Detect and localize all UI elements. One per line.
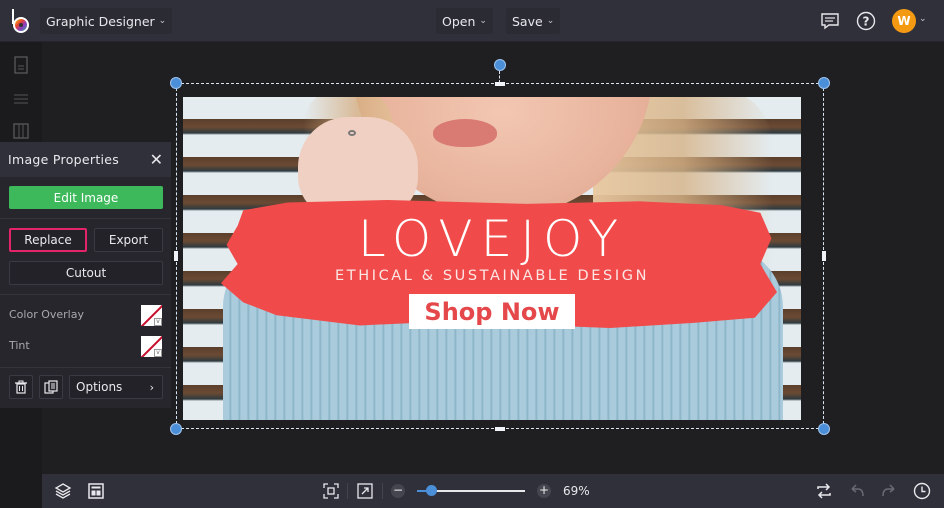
- chevron-down-icon: ⌄: [546, 16, 555, 26]
- save-label: Save: [512, 13, 543, 29]
- zoom-level: 69%: [563, 484, 590, 498]
- resize-handle-right[interactable]: [822, 251, 826, 261]
- close-icon[interactable]: ✕: [150, 150, 163, 169]
- zoom-out-button[interactable]: −: [391, 484, 405, 498]
- replace-button[interactable]: Replace: [9, 228, 87, 252]
- divider: [0, 294, 171, 295]
- zoom-in-button[interactable]: +: [537, 484, 551, 498]
- resize-handle-top[interactable]: [495, 82, 505, 86]
- project-type-label: Graphic Designer: [46, 13, 155, 29]
- swap-icon[interactable]: [815, 482, 833, 500]
- befunky-logo[interactable]: [10, 8, 32, 34]
- chevron-down-icon: ⌄: [158, 16, 167, 26]
- resize-handle-top-right[interactable]: [818, 77, 830, 89]
- image-properties-panel: Image Properties ✕ Edit Image Replace Ex…: [0, 142, 171, 408]
- panel-title: Image Properties: [8, 152, 120, 167]
- edit-image-button[interactable]: Edit Image: [9, 186, 163, 209]
- chevron-down-icon: v: [154, 318, 162, 326]
- help-button[interactable]: ?: [854, 9, 878, 33]
- design-subtitle[interactable]: ETHICAL & SUSTAINABLE DESIGN: [183, 268, 801, 284]
- delete-button[interactable]: [9, 375, 33, 399]
- bottom-toolbar: − + 69%: [42, 474, 944, 508]
- rotate-handle[interactable]: [494, 59, 506, 71]
- resize-handle-bottom-right[interactable]: [818, 423, 830, 435]
- svg-text:?: ?: [863, 15, 870, 29]
- save-menu-button[interactable]: Save ⌄: [506, 8, 561, 34]
- cutout-button[interactable]: Cutout: [9, 261, 163, 285]
- divider: [0, 218, 171, 219]
- help-icon: ?: [856, 11, 876, 31]
- tint-swatch[interactable]: v: [141, 336, 162, 357]
- open-label: Open: [442, 13, 476, 29]
- undo-icon[interactable]: [848, 482, 866, 500]
- feedback-button[interactable]: [818, 9, 842, 33]
- photo-lips: [433, 119, 497, 147]
- account-chevron-down-icon[interactable]: ⌄: [919, 14, 927, 24]
- resize-handle-top-left[interactable]: [170, 77, 182, 89]
- redo-icon[interactable]: [880, 482, 898, 500]
- zoom-slider[interactable]: [417, 485, 525, 496]
- project-type-menu[interactable]: Graphic Designer ⌄: [40, 8, 173, 34]
- divider: [0, 367, 171, 368]
- resize-handle-bottom[interactable]: [495, 427, 505, 431]
- tint-label: Tint: [9, 339, 30, 352]
- layout-columns-icon[interactable]: [12, 122, 30, 140]
- separator: [382, 483, 383, 499]
- zoom-slider-thumb[interactable]: [426, 485, 438, 496]
- layers-icon[interactable]: [54, 482, 72, 500]
- adjustments-icon[interactable]: [12, 90, 30, 108]
- color-overlay-label: Color Overlay: [9, 308, 84, 321]
- options-label: Options: [76, 380, 123, 394]
- color-overlay-swatch[interactable]: v: [141, 305, 162, 326]
- export-button[interactable]: Export: [94, 228, 163, 252]
- shop-now-text-box[interactable]: Shop Now: [409, 294, 575, 329]
- duplicate-button[interactable]: [39, 375, 63, 399]
- photo-ring: [348, 130, 356, 136]
- history-clock-icon[interactable]: [913, 482, 931, 500]
- trash-icon: [15, 380, 27, 394]
- options-button[interactable]: Options ›: [69, 375, 163, 399]
- chat-icon: [821, 13, 839, 30]
- design-canvas[interactable]: LOVEJOY ETHICAL & SUSTAINABLE DESIGN Sho…: [183, 97, 801, 420]
- chevron-down-icon: v: [154, 349, 162, 357]
- open-menu-button[interactable]: Open ⌄: [436, 8, 493, 34]
- expand-icon[interactable]: [356, 482, 374, 500]
- chevron-right-icon: ›: [149, 380, 154, 394]
- fit-to-screen-icon[interactable]: [322, 482, 340, 500]
- chevron-down-icon: ⌄: [479, 16, 487, 26]
- panel-header: Image Properties ✕: [0, 142, 171, 177]
- resize-handle-left[interactable]: [174, 251, 178, 261]
- layout-template-icon[interactable]: [87, 482, 105, 500]
- separator: [347, 483, 348, 499]
- duplicate-icon: [44, 380, 58, 394]
- resize-handle-bottom-left[interactable]: [170, 423, 182, 435]
- design-title[interactable]: LOVEJOY: [183, 210, 801, 268]
- user-avatar[interactable]: W: [892, 9, 916, 33]
- top-bar: Graphic Designer ⌄ Open ⌄ Save ⌄ ? W ⌄: [0, 0, 944, 42]
- document-icon[interactable]: [12, 56, 30, 74]
